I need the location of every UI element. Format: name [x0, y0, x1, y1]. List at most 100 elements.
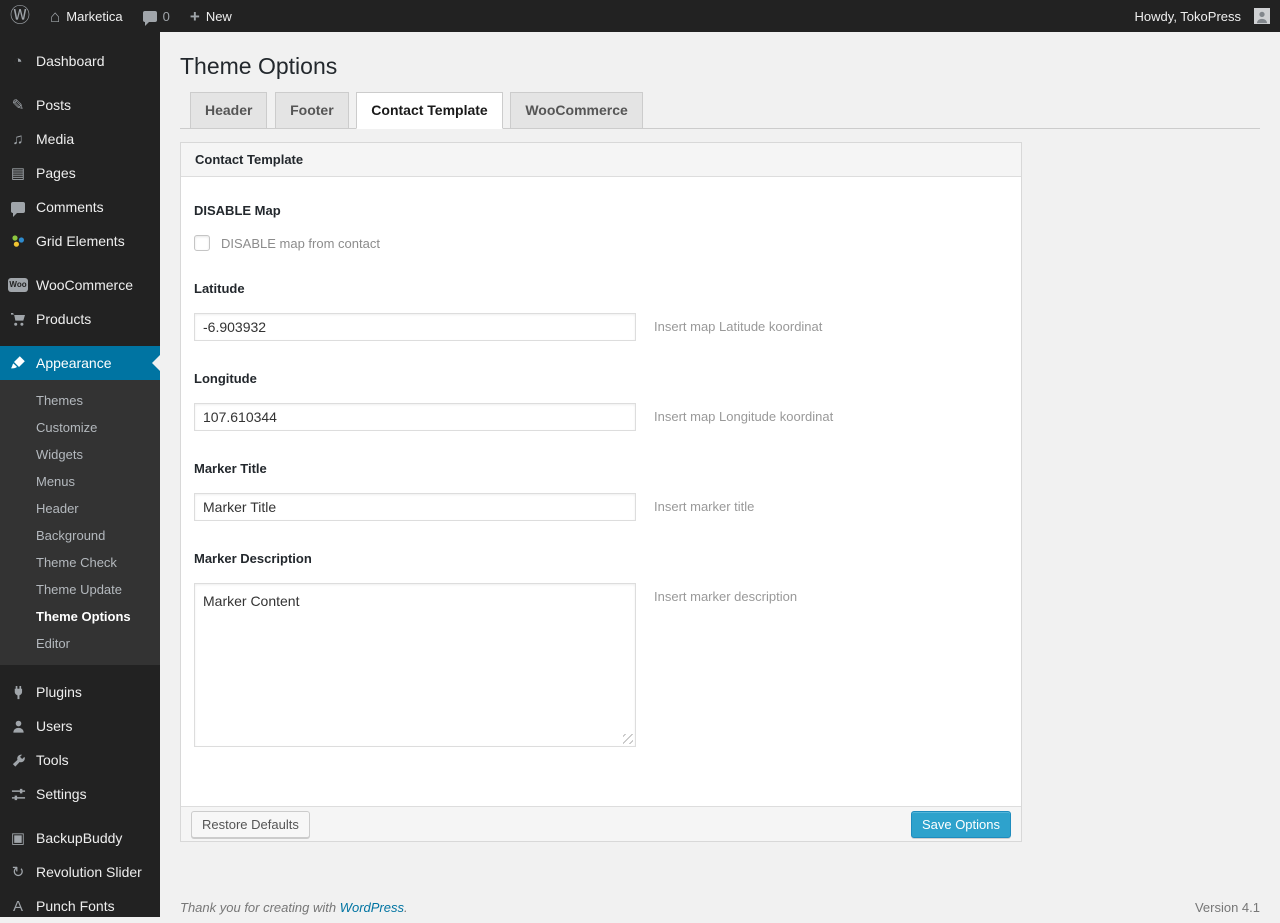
sidebar-item-revolution-slider[interactable]: ↻ Revolution Slider — [0, 855, 160, 889]
pages-icon: ▤ — [8, 166, 28, 181]
admin-sidebar: ◔ Dashboard ✎ Posts ♫ Media ▤ Pages Comm… — [0, 32, 160, 917]
submenu-item-background[interactable]: Background — [0, 522, 160, 549]
sidebar-item-posts[interactable]: ✎ Posts — [0, 88, 160, 122]
restore-defaults-button[interactable]: Restore Defaults — [191, 811, 310, 838]
settings-sliders-icon — [8, 787, 28, 802]
marker-title-label: Marker Title — [194, 461, 1008, 476]
paintbrush-icon — [8, 355, 28, 371]
howdy-label: Howdy, TokoPress — [1135, 9, 1241, 24]
latitude-input[interactable] — [194, 313, 636, 341]
marker-title-input[interactable] — [194, 493, 636, 521]
longitude-label: Longitude — [194, 371, 1008, 386]
cart-icon — [8, 311, 28, 327]
plug-icon — [8, 685, 28, 700]
submenu-item-theme-update[interactable]: Theme Update — [0, 576, 160, 603]
footer-thanks: Thank you for creating with WordPress. — [180, 900, 408, 915]
new-content-menu[interactable]: + New — [180, 0, 242, 32]
wordpress-logo-menu[interactable]: Ⓦ — [0, 0, 40, 32]
sidebar-item-comments[interactable]: Comments — [0, 190, 160, 224]
cycle-arrows-icon: ↻ — [8, 865, 28, 880]
comments-icon — [8, 202, 28, 213]
submenu-item-theme-check[interactable]: Theme Check — [0, 549, 160, 576]
menu-separator — [0, 258, 160, 268]
panel-body: DISABLE Map DISABLE map from contact Lat… — [181, 177, 1021, 806]
backup-disk-icon: ▣ — [8, 831, 28, 846]
disable-map-checkbox-label: DISABLE map from contact — [221, 236, 380, 251]
submenu-item-customize[interactable]: Customize — [0, 414, 160, 441]
sidebar-item-punch-fonts[interactable]: A Punch Fonts — [0, 889, 160, 923]
disable-map-section: DISABLE Map DISABLE map from contact — [194, 203, 1008, 251]
menu-separator — [0, 811, 160, 821]
user-icon — [8, 719, 28, 734]
longitude-section: Longitude Insert map Longitude koordinat — [194, 371, 1008, 431]
marker-description-section: Marker Description Marker Content Insert… — [194, 551, 1008, 750]
page-footer: Thank you for creating with WordPress. V… — [180, 900, 1260, 915]
menu-separator — [0, 336, 160, 346]
latitude-section: Latitude Insert map Latitude koordinat — [194, 281, 1008, 341]
home-icon: ⌂ — [50, 8, 60, 25]
tab-woocommerce[interactable]: WooCommerce — [510, 92, 642, 128]
submenu-item-theme-options[interactable]: Theme Options — [0, 603, 160, 630]
avatar — [1254, 8, 1270, 24]
latitude-hint: Insert map Latitude koordinat — [654, 313, 822, 334]
submenu-item-widgets[interactable]: Widgets — [0, 441, 160, 468]
sidebar-item-tools[interactable]: Tools — [0, 743, 160, 777]
account-menu[interactable]: Howdy, TokoPress — [1125, 0, 1280, 32]
latitude-label: Latitude — [194, 281, 1008, 296]
sidebar-item-products[interactable]: Products — [0, 302, 160, 336]
sidebar-item-plugins[interactable]: Plugins — [0, 675, 160, 709]
letter-a-icon: A — [8, 899, 28, 914]
menu-separator — [0, 78, 160, 88]
sidebar-item-dashboard[interactable]: ◔ Dashboard — [0, 44, 160, 78]
disable-map-label: DISABLE Map — [194, 203, 1008, 218]
tab-contact-template[interactable]: Contact Template — [356, 92, 502, 129]
submenu-item-header[interactable]: Header — [0, 495, 160, 522]
appearance-submenu: Themes Customize Widgets Menus Header Ba… — [0, 380, 160, 665]
sidebar-item-backupbuddy[interactable]: ▣ BackupBuddy — [0, 821, 160, 855]
site-name-link[interactable]: ⌂ Marketica — [40, 0, 133, 32]
sidebar-item-woocommerce[interactable]: Woo WooCommerce — [0, 268, 160, 302]
sidebar-item-settings[interactable]: Settings — [0, 777, 160, 811]
tab-footer[interactable]: Footer — [275, 92, 349, 128]
admin-bar: Ⓦ ⌂ Marketica 0 + New Howdy, TokoPress — [0, 0, 1280, 32]
marker-description-hint: Insert marker description — [654, 583, 797, 604]
disable-map-checkbox[interactable] — [194, 235, 210, 251]
panel-title: Contact Template — [181, 143, 1021, 177]
sidebar-item-appearance[interactable]: Appearance — [0, 346, 160, 380]
pin-icon: ✎ — [8, 98, 28, 113]
panel-footer: Restore Defaults Save Options — [181, 806, 1021, 841]
version-label: Version 4.1 — [1195, 900, 1260, 915]
save-options-button[interactable]: Save Options — [911, 811, 1011, 838]
longitude-input[interactable] — [194, 403, 636, 431]
submenu-item-themes[interactable]: Themes — [0, 387, 160, 414]
marker-description-label: Marker Description — [194, 551, 1008, 566]
sidebar-item-media[interactable]: ♫ Media — [0, 122, 160, 156]
contact-template-panel: Contact Template DISABLE Map DISABLE map… — [180, 142, 1022, 842]
sidebar-item-pages[interactable]: ▤ Pages — [0, 156, 160, 190]
plus-icon: + — [190, 8, 200, 25]
longitude-hint: Insert map Longitude koordinat — [654, 403, 833, 424]
comment-bubble-icon — [143, 11, 157, 22]
media-icon: ♫ — [8, 132, 28, 147]
tab-header[interactable]: Header — [190, 92, 267, 128]
site-name-label: Marketica — [66, 9, 122, 24]
page-title: Theme Options — [180, 32, 1260, 81]
dashboard-icon: ◔ — [8, 54, 28, 69]
sidebar-item-users[interactable]: Users — [0, 709, 160, 743]
main-content: Theme Options Header Footer Contact Temp… — [160, 0, 1280, 915]
comments-shortcut[interactable]: 0 — [133, 0, 180, 32]
wordpress-logo-icon: Ⓦ — [10, 6, 30, 26]
marker-title-hint: Insert marker title — [654, 493, 754, 514]
wordpress-link[interactable]: WordPress — [340, 900, 404, 915]
theme-options-tabs: Header Footer Contact Template WooCommer… — [180, 92, 1260, 129]
woocommerce-icon: Woo — [8, 278, 28, 292]
sidebar-item-grid-elements[interactable]: Grid Elements — [0, 224, 160, 258]
wrench-icon — [8, 753, 28, 768]
submenu-item-editor[interactable]: Editor — [0, 630, 160, 657]
menu-separator — [0, 665, 160, 675]
new-label: New — [206, 9, 232, 24]
grid-elements-icon — [8, 233, 28, 249]
marker-description-textarea[interactable]: Marker Content — [194, 583, 636, 747]
submenu-item-menus[interactable]: Menus — [0, 468, 160, 495]
comment-count: 0 — [163, 9, 170, 24]
